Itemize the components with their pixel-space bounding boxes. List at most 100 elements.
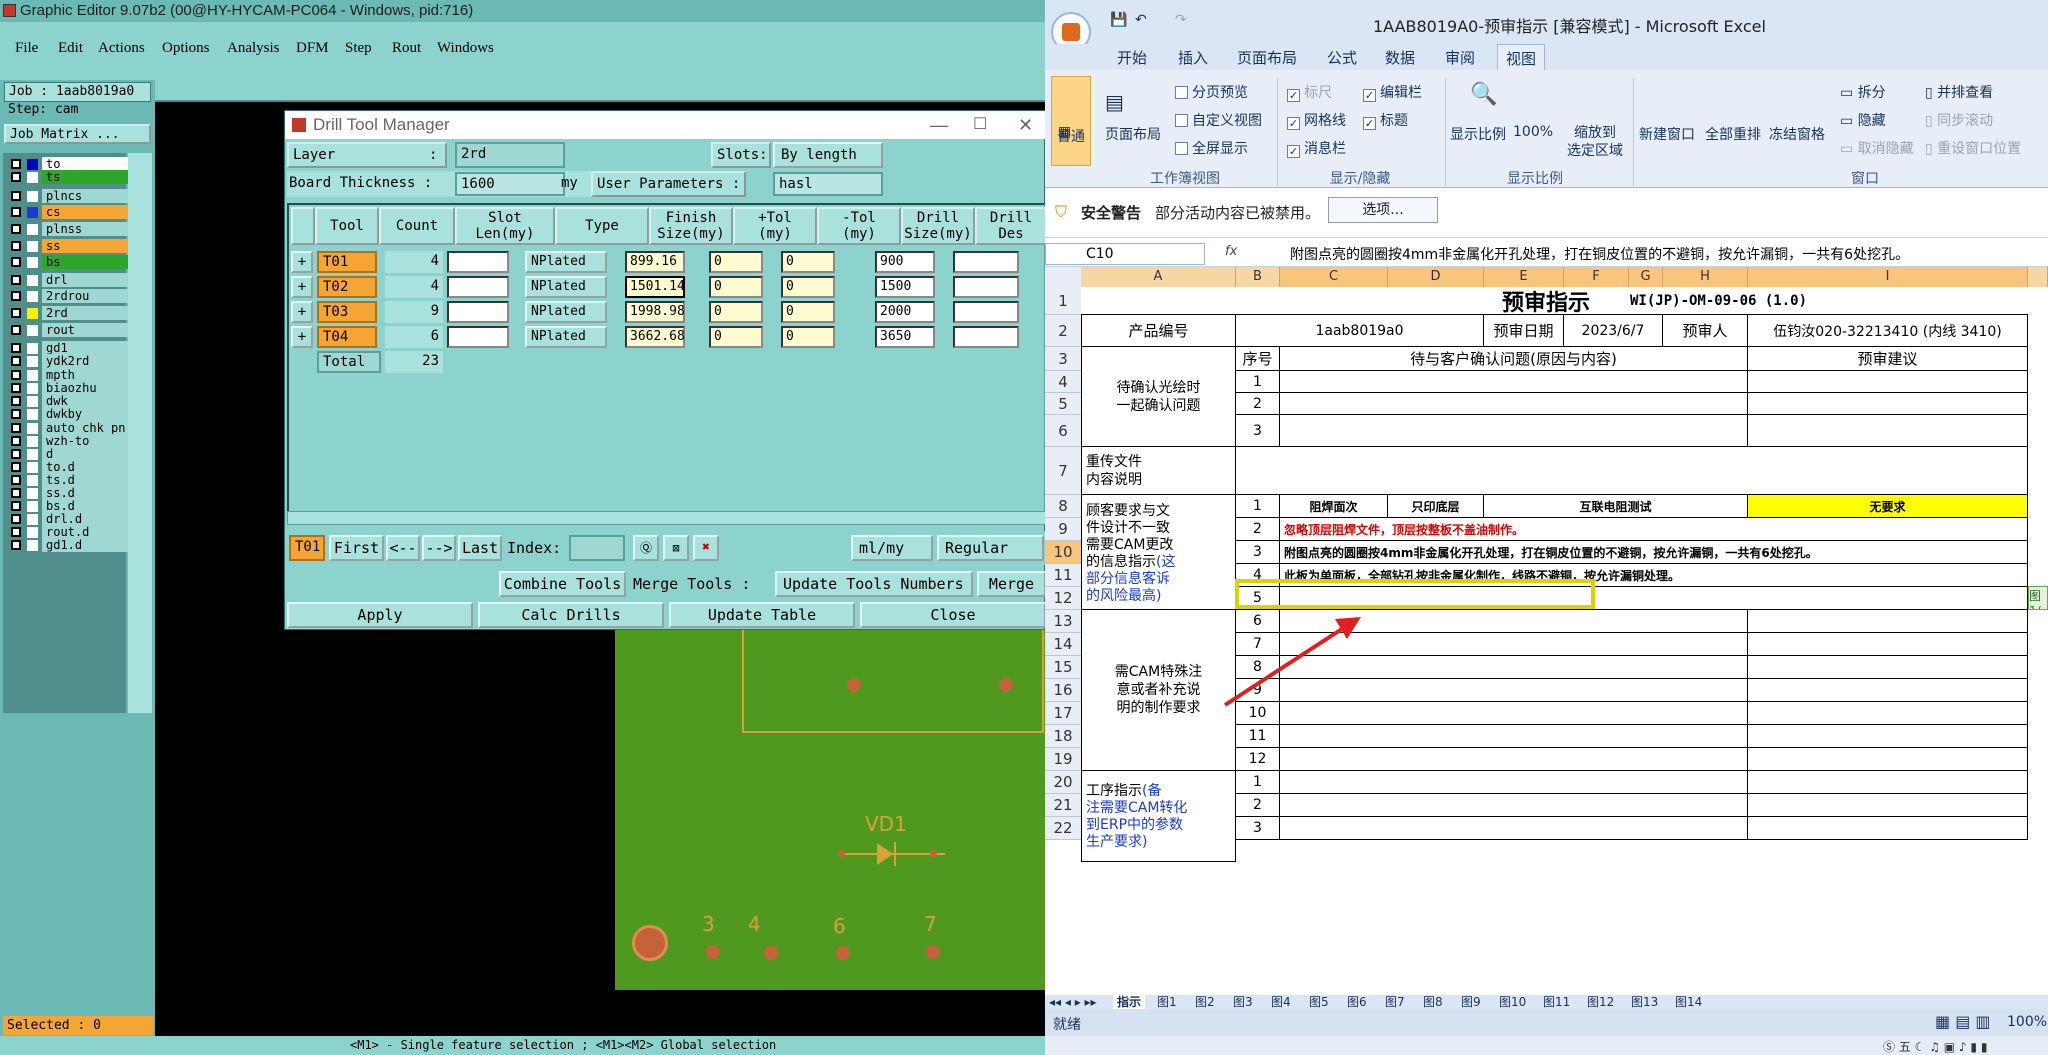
formula-input[interactable]: 附图点亮的圆圈按4mm非金属化开孔处理，打在铜皮位置的不避铜，按允许漏铜，一共有… xyxy=(1290,244,1909,264)
menu-edit[interactable]: Edit xyxy=(58,40,83,57)
hide-button[interactable]: ▭ 隐藏 xyxy=(1840,110,1886,130)
zoom-button[interactable]: 显示比例 xyxy=(1450,124,1506,144)
layer-checkbox[interactable] xyxy=(11,449,21,459)
menu-windows[interactable]: Windows xyxy=(437,40,494,57)
layer-checkbox[interactable] xyxy=(11,475,21,485)
thickness-field[interactable]: 1600 xyxy=(455,172,565,196)
finish-size-input[interactable]: 1501.14 xyxy=(625,276,685,298)
layer-row[interactable]: plnss xyxy=(8,222,128,237)
slot-len-input[interactable] xyxy=(447,301,509,323)
sheet-tab-11[interactable]: 图11 xyxy=(1539,995,1574,1009)
layer-checkbox[interactable] xyxy=(11,241,21,251)
sheet-grid[interactable]: A B C D E F G H I 1 2 3 4 5 6 7 8 9 10 11 12 13 14 15 1… xyxy=(1045,267,2048,995)
layer-checkbox[interactable] xyxy=(11,423,21,433)
row-expand-icon[interactable]: + xyxy=(291,301,313,323)
sheet-tab-12[interactable]: 图12 xyxy=(1583,995,1618,1009)
mode-select[interactable]: Regular xyxy=(937,535,1044,561)
minimize-icon[interactable]: — xyxy=(930,111,948,139)
sheet-tab-4[interactable]: 图4 xyxy=(1267,995,1295,1009)
sheet-tab-6[interactable]: 图6 xyxy=(1343,995,1371,1009)
layer-checkbox[interactable] xyxy=(11,383,21,393)
tab-review[interactable]: 审阅 xyxy=(1445,47,1475,68)
layer-checkbox[interactable] xyxy=(11,159,21,169)
calc-drills-button[interactable]: Calc Drills xyxy=(478,602,664,628)
drill-des-input[interactable] xyxy=(953,251,1019,273)
drill-des-input[interactable] xyxy=(953,326,1019,348)
layer-name[interactable]: 2rd xyxy=(42,306,128,320)
layer-row[interactable]: bs xyxy=(8,255,128,270)
layer-name[interactable]: d xyxy=(42,447,128,461)
zoom-100-button[interactable]: 100% xyxy=(1513,124,1553,140)
sheet-tab-8[interactable]: 图8 xyxy=(1419,995,1447,1009)
type-select[interactable]: NPlated xyxy=(525,326,607,348)
slot-len-input[interactable] xyxy=(447,251,509,273)
index-field[interactable] xyxy=(569,535,625,561)
layer-name[interactable]: dwk xyxy=(42,394,128,408)
tab-insert[interactable]: 插入 xyxy=(1178,47,1208,68)
msgbar-checkbox[interactable]: ✓ 消息栏 xyxy=(1287,138,1346,158)
headings-checkbox[interactable]: ✓ 标题 xyxy=(1363,110,1408,130)
normal-view-button[interactable] xyxy=(1051,76,1091,166)
layer-checkbox[interactable] xyxy=(11,436,21,446)
update-tools-numbers-select[interactable]: Update Tools Numbers xyxy=(775,571,973,597)
table-hscrollbar[interactable] xyxy=(287,511,1046,525)
sheet-tab-10[interactable]: 图10 xyxy=(1495,995,1530,1009)
layer-name[interactable]: drl xyxy=(42,273,128,287)
combine-tools-button[interactable]: Combine Tools xyxy=(499,571,626,597)
table-header-2[interactable]: Slot Len(my) xyxy=(455,207,555,245)
plus-tol-input[interactable]: 0 xyxy=(709,251,763,273)
ruler-checkbox[interactable]: ✓ 标尺 xyxy=(1287,82,1332,102)
tab-formulas[interactable]: 公式 xyxy=(1327,47,1357,68)
finish-size-input[interactable]: 3662.68 xyxy=(625,326,685,348)
layer-row[interactable]: gd1.d xyxy=(8,538,128,553)
prev-button[interactable]: <-- xyxy=(386,535,420,561)
layer-name[interactable]: rout xyxy=(42,323,128,337)
layer-name[interactable]: dwkby xyxy=(42,407,128,421)
split-button[interactable]: ▭ 拆分 xyxy=(1840,82,1886,102)
redo-icon[interactable]: ↷ xyxy=(1175,12,1187,28)
finish-size-input[interactable]: 1998.98 xyxy=(625,301,685,323)
layer-checkbox[interactable] xyxy=(11,207,21,217)
menu-rout[interactable]: Rout xyxy=(392,40,421,57)
tool-id[interactable]: T02 xyxy=(317,276,377,298)
custom-views-button[interactable]: 自定义视图 xyxy=(1175,110,1262,130)
tab-home[interactable]: 开始 xyxy=(1117,47,1147,68)
layer-field[interactable]: 2rd xyxy=(455,142,565,168)
row-expand-icon[interactable]: + xyxy=(291,326,313,348)
layer-row[interactable]: rout xyxy=(8,323,128,338)
new-window-button[interactable]: 新建窗口 xyxy=(1639,124,1695,144)
freeze-panes-button[interactable]: 冻结窗格 xyxy=(1769,124,1825,144)
layer-checkbox[interactable] xyxy=(11,370,21,380)
table-header-0[interactable]: Tool xyxy=(315,207,379,245)
menu-file[interactable]: File xyxy=(15,40,38,57)
options-button[interactable]: 选项... xyxy=(1328,197,1438,223)
minus-tol-input[interactable]: 0 xyxy=(781,251,835,273)
minus-tol-input[interactable]: 0 xyxy=(781,301,835,323)
layer-row[interactable]: plncs xyxy=(8,189,128,204)
plus-tol-input[interactable]: 0 xyxy=(709,276,763,298)
layer-name[interactable]: drl.d xyxy=(42,512,128,526)
tool-id[interactable]: T04 xyxy=(317,326,377,348)
layer-row[interactable]: 2rd xyxy=(8,306,128,321)
layer-row[interactable]: drl xyxy=(8,273,128,288)
layer-checkbox[interactable] xyxy=(11,356,21,366)
undo-icon[interactable]: ↶ xyxy=(1135,12,1147,28)
close-button[interactable]: Close xyxy=(860,602,1046,628)
table-header-6[interactable]: -Tol (my) xyxy=(817,207,901,245)
layer-row[interactable]: ydk2rd xyxy=(8,354,128,369)
slot-len-input[interactable] xyxy=(447,326,509,348)
menu-step[interactable]: Step xyxy=(345,40,372,57)
layer-checkbox[interactable] xyxy=(11,501,21,511)
layer-checkbox[interactable] xyxy=(11,527,21,537)
layer-name[interactable]: auto_chk_pn xyxy=(42,421,128,435)
delete-icon[interactable]: ✖ xyxy=(693,535,719,561)
layer-checkbox[interactable] xyxy=(11,291,21,301)
layer-checkbox[interactable] xyxy=(11,325,21,335)
row-expand-icon[interactable]: + xyxy=(291,251,313,273)
layer-checkbox[interactable] xyxy=(11,191,21,201)
job-matrix-button[interactable]: Job Matrix ... xyxy=(4,124,151,144)
last-button[interactable]: Last xyxy=(458,535,502,561)
row-expand-icon[interactable]: + xyxy=(291,276,313,298)
table-header-7[interactable]: Drill Size(my) xyxy=(901,207,975,245)
sheet-tab-9[interactable]: 图9 xyxy=(1457,995,1485,1009)
